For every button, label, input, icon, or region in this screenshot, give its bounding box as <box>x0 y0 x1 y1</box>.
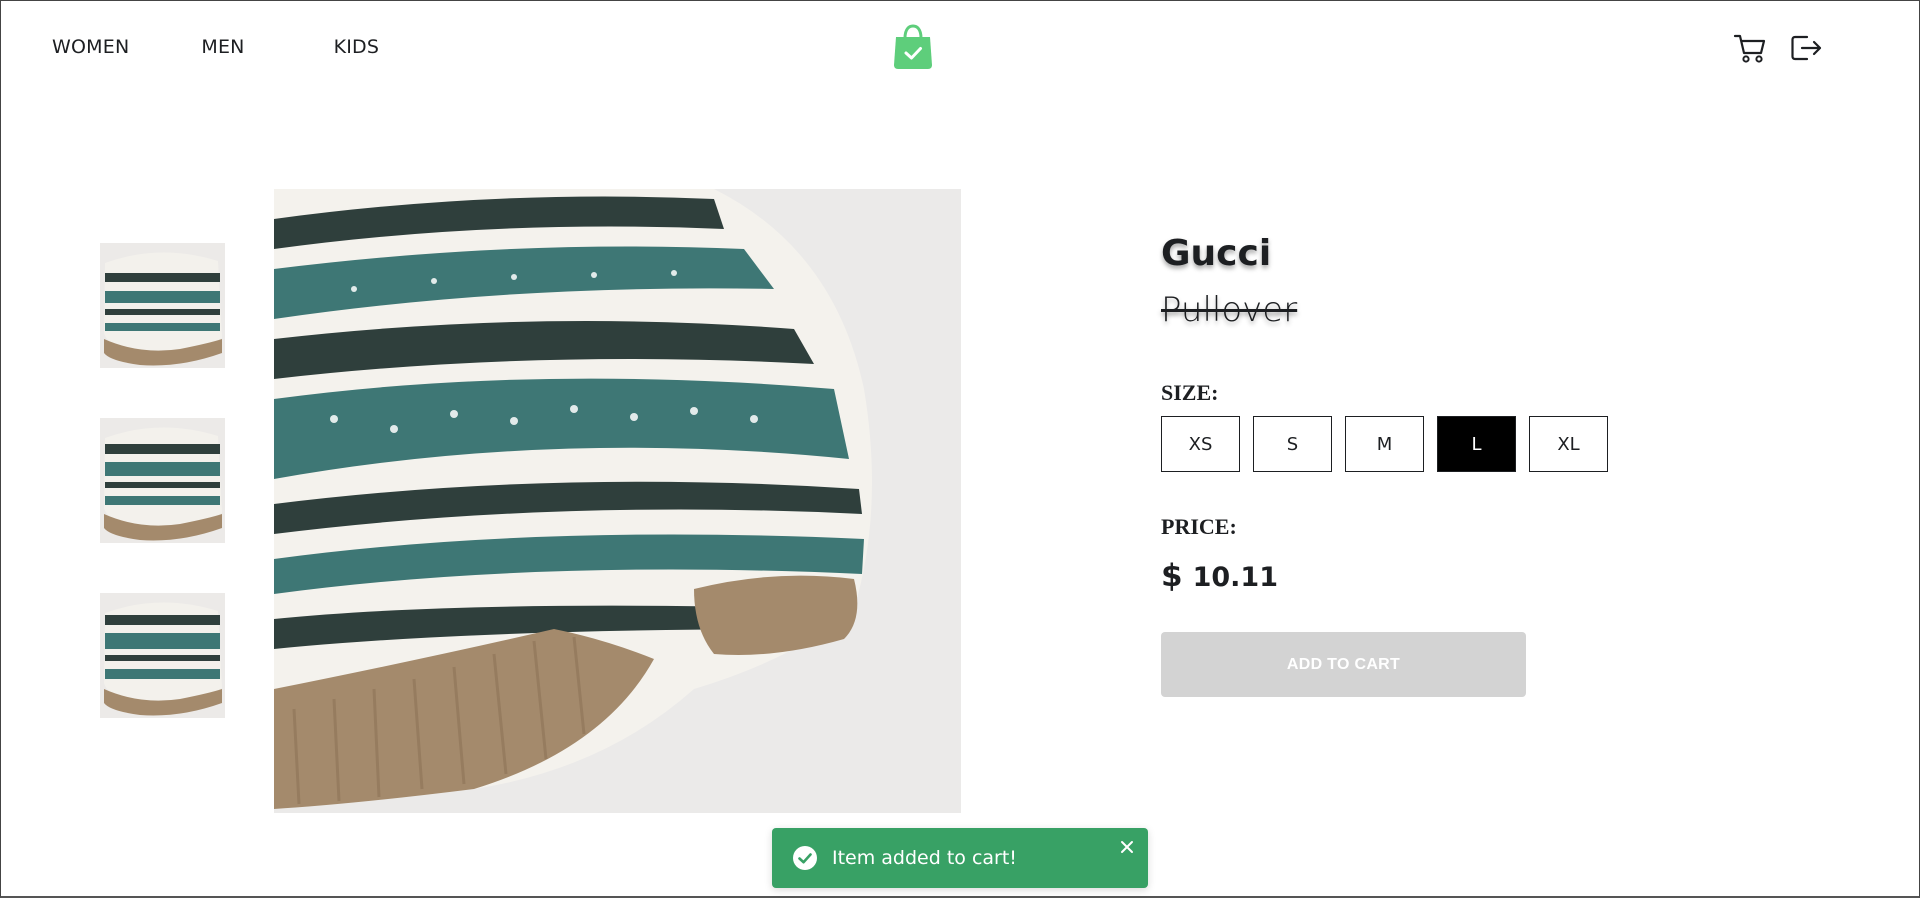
category-nav: WOMEN MEN KIDS <box>52 36 379 58</box>
size-option-xl[interactable]: XL <box>1529 416 1608 472</box>
price-label: PRICE: <box>1161 514 1237 539</box>
product-thumbnail[interactable] <box>100 418 225 543</box>
size-label: SIZE: <box>1161 380 1219 405</box>
product-name: Pullover <box>1161 290 1298 330</box>
shopping-bag-check-icon[interactable] <box>892 24 934 70</box>
logout-icon[interactable] <box>1788 30 1824 66</box>
size-option-xs[interactable]: XS <box>1161 416 1240 472</box>
size-option-s[interactable]: S <box>1253 416 1332 472</box>
cart-icon[interactable] <box>1732 30 1768 66</box>
size-options: XS S M L XL <box>1161 416 1721 472</box>
add-to-cart-button[interactable]: ADD TO CART <box>1161 632 1526 697</box>
size-option-m[interactable]: M <box>1345 416 1424 472</box>
check-circle-icon <box>792 845 818 871</box>
product-main-image <box>274 189 961 813</box>
product-thumbnail[interactable] <box>100 593 225 718</box>
header-actions <box>1732 30 1824 66</box>
product-thumbnail[interactable] <box>100 243 225 368</box>
toast-notification: Item added to cart! <box>772 828 1148 888</box>
thumbnail-list <box>100 243 225 718</box>
nav-women[interactable]: WOMEN <box>52 36 129 58</box>
nav-men[interactable]: MEN <box>201 36 244 58</box>
product-price: $ 10.11 <box>1161 558 1721 594</box>
price-amount: 10.11 <box>1192 562 1278 593</box>
nav-kids[interactable]: KIDS <box>334 36 380 58</box>
close-icon[interactable] <box>1118 838 1136 856</box>
product-info: Gucci Pullover SIZE: XS S M L XL PRICE: … <box>1161 230 1721 697</box>
size-option-l[interactable]: L <box>1437 416 1516 472</box>
price-currency: $ <box>1161 558 1183 594</box>
toast-message: Item added to cart! <box>832 847 1017 869</box>
product-brand: Gucci <box>1161 233 1272 274</box>
